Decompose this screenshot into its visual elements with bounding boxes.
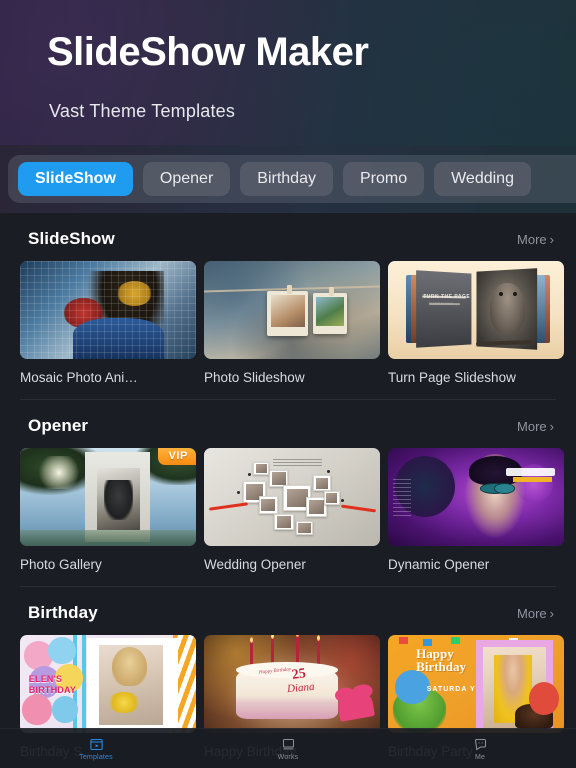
template-card-label: Dynamic Opener [388,557,564,572]
thumb-art-birthday-elen: ELEN'S BIRTHDAY [20,635,196,733]
more-label: More [517,232,547,247]
page-subtitle: Vast Theme Templates [49,101,235,122]
more-label: More [517,419,547,434]
bottom-tab-bar[interactable]: Templates Works Me [0,728,576,768]
section-title: Opener [28,416,88,436]
template-card[interactable]: Dynamic Opener [388,448,564,572]
filter-pill-birthday[interactable]: Birthday [240,162,333,196]
thumb-art-turn-page: TURN THE PAGE SLIDESHOW [388,261,564,359]
more-link-slideshow[interactable]: More › [517,232,554,247]
filter-pill-opener[interactable]: Opener [143,162,230,196]
thumb-art-dynamic-opener [388,448,564,546]
thumb-art-birthday-cake: Happy Birthday 25 Diana [204,635,380,733]
template-thumbnail[interactable] [204,261,380,359]
template-card[interactable]: Mosaic Photo Ani… [20,261,196,385]
template-thumbnail[interactable]: TURN THE PAGE SLIDESHOW [388,261,564,359]
section-title: Birthday [28,603,98,623]
tab-label: Me [475,754,485,761]
section-header-slideshow: SlideShow More › [0,213,576,261]
filter-pill-slideshow[interactable]: SlideShow [18,162,133,196]
template-card-label: Mosaic Photo Ani… [20,370,196,385]
tab-works[interactable]: Works [192,729,384,768]
card-row-slideshow: Mosaic Photo Ani… Photo Slideshow TURN T… [0,261,576,385]
section-title: SlideShow [28,229,115,249]
templates-icon [89,737,104,752]
category-filter-bar[interactable]: SlideShow Opener Birthday Promo Wedding [8,155,576,203]
template-thumbnail[interactable]: ELEN'S BIRTHDAY [20,635,196,733]
tab-label: Works [278,754,299,761]
tab-label: Templates [79,754,113,761]
thumb-art-birthday-party: Happy Birthday SATURDA Y [388,635,564,733]
section-opener: Opener More › VIP Photo Gallery Wedding … [0,400,576,587]
template-card-label: Wedding Opener [204,557,380,572]
filter-pill-promo[interactable]: Promo [343,162,424,196]
thumb-art-text: TURN THE PAGE [423,294,470,300]
template-card[interactable]: TURN THE PAGE SLIDESHOW Turn Page Slides… [388,261,564,385]
vip-badge: VIP [158,448,196,465]
page-title: SlideShow Maker [47,32,368,72]
template-thumbnail[interactable]: Happy Birthday SATURDA Y [388,635,564,733]
thumb-art-text: ELEN'S BIRTHDAY [29,674,76,695]
template-thumbnail[interactable] [204,448,380,546]
thumb-art-mosaic [20,261,196,359]
more-link-birthday[interactable]: More › [517,606,554,621]
template-thumbnail[interactable]: Happy Birthday 25 Diana [204,635,380,733]
template-thumbnail[interactable] [20,261,196,359]
template-list[interactable]: SlideShow More › Mosaic Photo Ani… Photo… [0,213,576,768]
template-card-label: Photo Slideshow [204,370,380,385]
template-thumbnail[interactable]: VIP [20,448,196,546]
template-thumbnail[interactable] [388,448,564,546]
section-header-opener: Opener More › [0,400,576,448]
chevron-right-icon: › [550,233,554,246]
tab-templates[interactable]: Templates [0,729,192,768]
thumb-art-subtext: Diana [286,681,314,695]
more-link-opener[interactable]: More › [517,419,554,434]
thumb-art-subtext: SATURDA Y [427,686,476,693]
chevron-right-icon: › [550,420,554,433]
hero-header: SlideShow Maker Vast Theme Templates [0,0,576,145]
tab-me[interactable]: Me [384,729,576,768]
template-card[interactable]: VIP Photo Gallery [20,448,196,572]
filter-bar-wrap: SlideShow Opener Birthday Promo Wedding [0,145,576,213]
thumb-art-wedding-wall [204,448,380,546]
template-card[interactable]: Photo Slideshow [204,261,380,385]
section-slideshow: SlideShow More › Mosaic Photo Ani… Photo… [0,213,576,400]
section-header-birthday: Birthday More › [0,587,576,635]
thumb-art-subtext: SLIDESHOW [428,302,453,306]
card-row-opener: VIP Photo Gallery Wedding Opener Dynamic… [0,448,576,572]
template-card-label: Photo Gallery [20,557,196,572]
chevron-right-icon: › [550,607,554,620]
more-label: More [517,606,547,621]
thumb-art-text: Happy Birthday [416,647,466,673]
filter-pill-wedding[interactable]: Wedding [434,162,531,196]
template-card-label: Turn Page Slideshow [388,370,564,385]
works-icon [281,737,296,752]
me-icon [473,737,488,752]
template-card[interactable]: Wedding Opener [204,448,380,572]
app-root: SlideShow Maker Vast Theme Templates Sli… [0,0,576,768]
thumb-art-hanging-photos [204,261,380,359]
